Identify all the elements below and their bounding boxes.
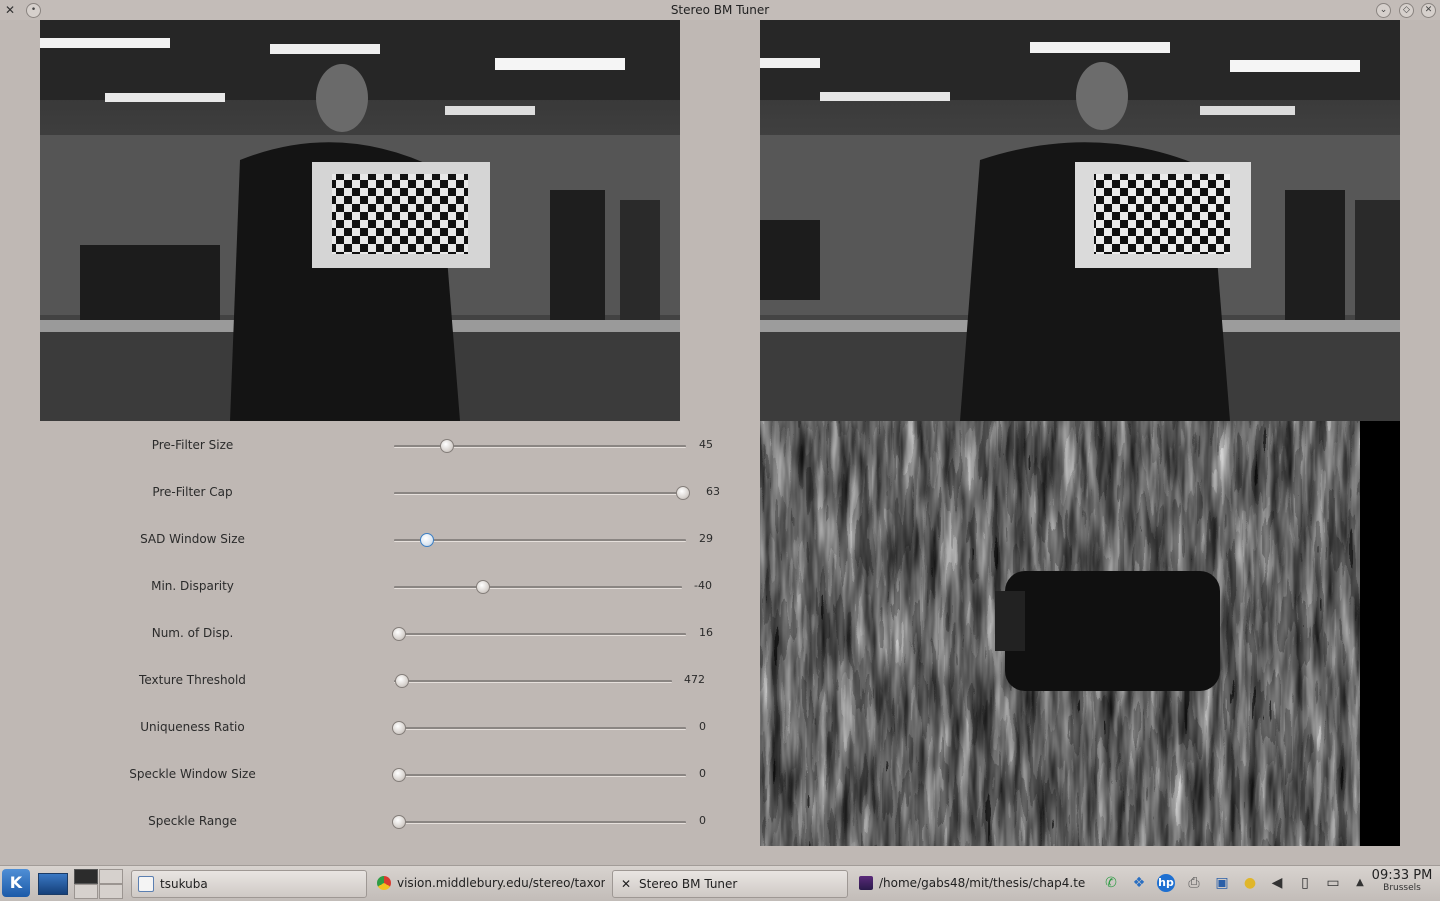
slider-label: Num. of Disp. xyxy=(151,626,234,640)
clock-city: Brussels xyxy=(1383,883,1421,893)
slider-label: Speckle Window Size xyxy=(129,767,256,781)
slider-row: SAD Window Size 29 xyxy=(0,528,730,552)
disparity-map xyxy=(760,421,1400,846)
task-stereo-bm-tuner[interactable]: ✕ Stereo BM Tuner xyxy=(612,870,848,898)
taskbar: K tsukuba vision.middlebury.edu/stereo/t… xyxy=(0,865,1440,901)
slider-row: Pre-Filter Size 45 xyxy=(0,434,730,458)
chrome-icon xyxy=(377,875,391,890)
task-label: vision.middlebury.edu/stereo/taxon xyxy=(397,876,605,890)
clock[interactable]: 09:33 PM Brussels xyxy=(1370,868,1434,893)
slider-row: Speckle Window Size 0 xyxy=(0,763,730,787)
editor-icon xyxy=(859,875,873,890)
slider-row: Speckle Range 0 xyxy=(0,810,730,834)
slider-thumb[interactable] xyxy=(676,486,690,500)
monitor-icon[interactable]: ▭ xyxy=(1324,874,1342,892)
kde-menu-icon[interactable]: K xyxy=(2,869,30,897)
slider-row: Texture Threshold 472 xyxy=(0,669,730,693)
clipboard-icon[interactable]: ▯ xyxy=(1296,874,1314,892)
slider-thumb[interactable] xyxy=(392,815,406,829)
slider-value: 0 xyxy=(699,767,706,780)
clock-time: 09:33 PM xyxy=(1371,868,1433,883)
slider-thumb[interactable] xyxy=(420,533,435,547)
slider-thumb[interactable] xyxy=(440,439,455,453)
hp-icon[interactable]: hp xyxy=(1157,874,1175,892)
slider-track[interactable] xyxy=(394,445,686,448)
arrow-up-icon[interactable]: ▲ xyxy=(1351,874,1369,892)
slider-label: Texture Threshold xyxy=(139,673,246,687)
slider-label: Uniqueness Ratio xyxy=(140,720,245,734)
task-label: Stereo BM Tuner xyxy=(639,877,738,891)
slider-track[interactable] xyxy=(394,586,682,589)
slider-label: SAD Window Size xyxy=(140,532,245,546)
title-bar: ✕ • Stereo BM Tuner ⌄ ◇ ✕ xyxy=(0,0,1440,20)
slider-row: Num. of Disp. 16 xyxy=(0,622,730,646)
slider-row: Min. Disparity -40 xyxy=(0,575,730,599)
pager-desktop-3[interactable] xyxy=(74,884,98,899)
slider-value: 472 xyxy=(684,673,705,686)
pager[interactable] xyxy=(74,869,124,899)
pager-desktop-2[interactable] xyxy=(99,869,123,884)
window-title: Stereo BM Tuner xyxy=(670,3,770,17)
slider-label: Pre-Filter Size xyxy=(151,438,234,452)
slider-track[interactable] xyxy=(394,633,686,636)
task-label: /home/gabs48/mit/thesis/chap4.te xyxy=(879,876,1086,890)
printer-icon[interactable]: ⎙ xyxy=(1185,874,1203,892)
pager-desktop-4[interactable] xyxy=(99,884,123,899)
task-editor[interactable]: /home/gabs48/mit/thesis/chap4.te xyxy=(853,870,1087,896)
slider-thumb[interactable] xyxy=(392,627,406,641)
slider-track[interactable] xyxy=(394,680,672,683)
slider-track[interactable] xyxy=(394,492,686,495)
slider-label: Min. Disparity xyxy=(151,579,234,593)
slider-value: -40 xyxy=(694,579,712,592)
chat-icon[interactable]: ✆ xyxy=(1102,874,1120,892)
close-icon[interactable]: ✕ xyxy=(1421,3,1436,18)
task-tsukuba[interactable]: tsukuba xyxy=(131,870,367,898)
slider-label: Pre-Filter Cap xyxy=(152,485,233,499)
slider-track[interactable] xyxy=(394,727,686,730)
minimize-icon[interactable]: ⌄ xyxy=(1376,3,1391,18)
slider-row: Pre-Filter Cap 63 xyxy=(0,481,730,505)
slider-track[interactable] xyxy=(394,821,686,824)
task-browser[interactable]: vision.middlebury.edu/stereo/taxon xyxy=(371,870,605,896)
slider-thumb[interactable] xyxy=(392,721,406,735)
slider-value: 63 xyxy=(706,485,720,498)
slider-value: 45 xyxy=(699,438,713,451)
slider-track[interactable] xyxy=(394,774,686,777)
dropbox-icon[interactable]: ❖ xyxy=(1130,874,1148,892)
slider-value: 0 xyxy=(699,720,706,733)
slider-row: Uniqueness Ratio 0 xyxy=(0,716,730,740)
right-camera-image xyxy=(760,20,1400,421)
left-camera-image xyxy=(40,20,680,421)
slider-thumb[interactable] xyxy=(476,580,490,594)
volume-icon[interactable]: ◀ xyxy=(1268,874,1286,892)
bulb-icon[interactable]: ● xyxy=(1241,874,1259,892)
task-label: tsukuba xyxy=(160,877,208,891)
slider-value: 0 xyxy=(699,814,706,827)
maximize-icon[interactable]: ◇ xyxy=(1399,3,1414,18)
network-icon[interactable]: ▣ xyxy=(1213,874,1231,892)
slider-thumb[interactable] xyxy=(394,674,409,688)
window-icon xyxy=(138,875,154,892)
x-icon: ✕ xyxy=(620,876,632,891)
show-desktop-icon[interactable] xyxy=(38,873,68,895)
pager-desktop-1[interactable] xyxy=(74,869,98,884)
slider-thumb[interactable] xyxy=(392,768,406,782)
slider-track[interactable] xyxy=(394,539,686,542)
slider-value: 29 xyxy=(699,532,713,545)
slider-value: 16 xyxy=(699,626,713,639)
slider-label: Speckle Range xyxy=(148,814,237,828)
